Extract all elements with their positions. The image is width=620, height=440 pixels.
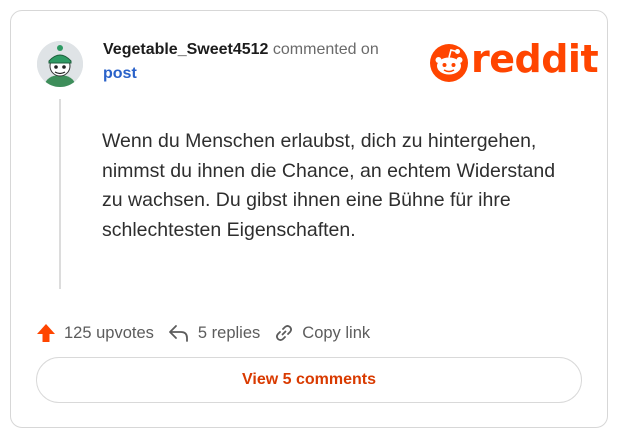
comment-header: Vegetable_Sweet4512 commented on: [103, 39, 379, 61]
comment-card: Vegetable_Sweet4512 commented on post re…: [10, 10, 608, 428]
comment-body: Wenn du Menschen erlaubst, dich zu hinte…: [102, 130, 556, 241]
copy-link-button[interactable]: Copy link: [274, 323, 370, 343]
action-bar: 125 upvotes 5 replies Copy link: [36, 319, 384, 347]
reddit-snoo-icon: [430, 44, 468, 82]
thread-line: [59, 99, 61, 289]
reddit-logo: reddit: [429, 37, 599, 82]
avatar-snoo-icon: [37, 41, 83, 87]
reddit-wordmark: reddit: [471, 37, 599, 81]
upvote-count: 125 upvotes: [64, 323, 154, 342]
username[interactable]: Vegetable_Sweet4512: [103, 41, 268, 58]
reply-button[interactable]: 5 replies: [168, 323, 260, 343]
upvote-button[interactable]: 125 upvotes: [36, 323, 154, 343]
reply-icon: [169, 325, 188, 342]
post-link[interactable]: post: [103, 63, 137, 85]
link-icon: [276, 325, 293, 341]
copy-link-label: Copy link: [302, 323, 371, 342]
view-comments-button[interactable]: View 5 comments: [36, 357, 582, 403]
reply-count: 5 replies: [197, 323, 261, 342]
action-text: commented on: [272, 41, 379, 58]
avatar[interactable]: [37, 41, 83, 87]
upvote-arrow-icon[interactable]: [36, 323, 56, 343]
